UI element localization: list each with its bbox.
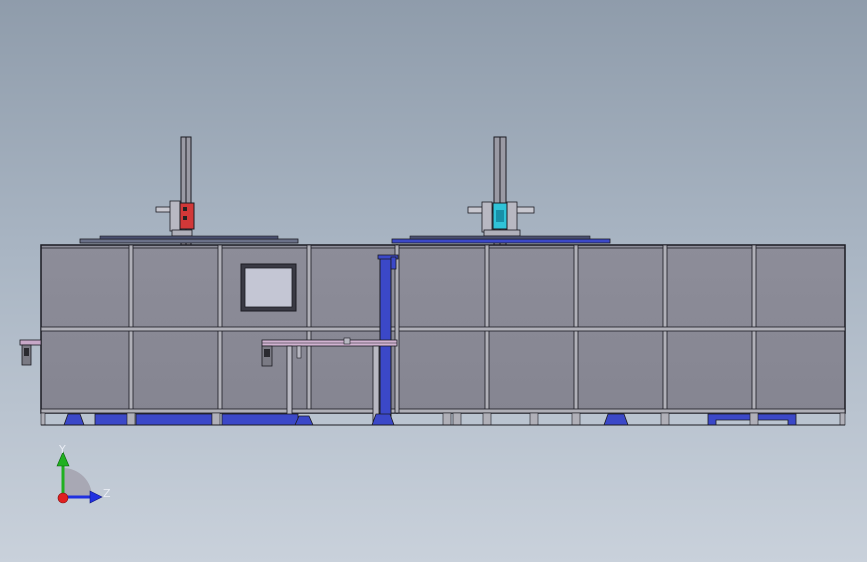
left-gantry-robot	[79, 136, 299, 246]
assembly-drawing	[19, 136, 846, 504]
left-conveyor	[19, 339, 42, 366]
left-enclosure	[40, 244, 398, 414]
coordinate-triad-icon	[56, 451, 103, 504]
hmi-screen	[240, 263, 297, 312]
right-enclosure	[394, 244, 846, 414]
triad-z-label: Z	[103, 487, 111, 500]
machine-base	[40, 412, 846, 426]
right-gantry-robot	[391, 136, 611, 246]
cad-viewport[interactable]: Y Z	[0, 0, 867, 562]
triad-y-label: Y	[59, 443, 66, 456]
